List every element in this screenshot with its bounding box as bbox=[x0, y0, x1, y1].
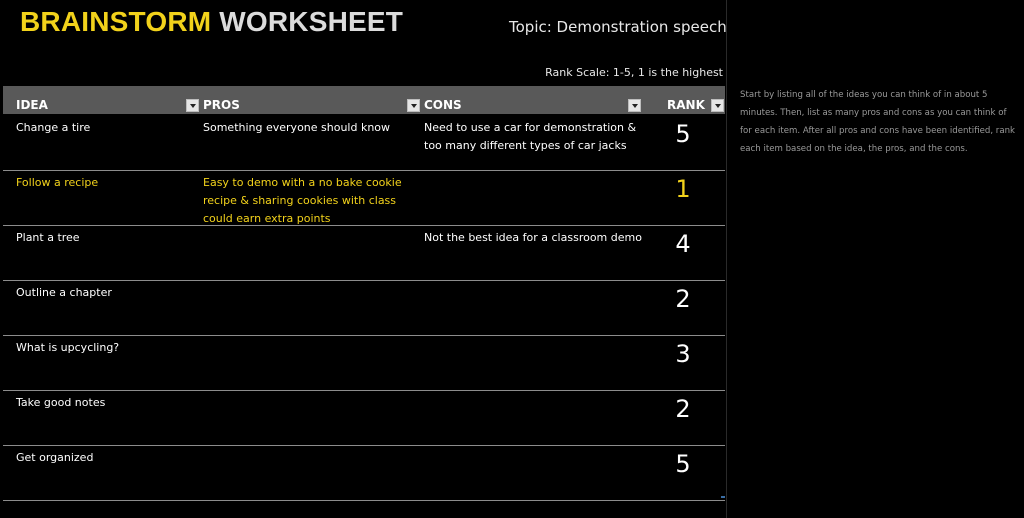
table-row[interactable]: Follow a recipe Easy to demo with a no b… bbox=[3, 170, 725, 226]
filter-dropdown-cons-icon[interactable] bbox=[628, 99, 641, 112]
filter-dropdown-pros-icon[interactable] bbox=[407, 99, 420, 112]
cons-cell[interactable]: Not the best idea for a classroom demo bbox=[424, 229, 648, 247]
table-row[interactable]: Outline a chapter 2 bbox=[3, 280, 725, 336]
table-header: IDEA PROS CONS RANK bbox=[3, 86, 725, 114]
rank-scale-label[interactable]: Rank Scale: 1-5, 1 is the highest bbox=[545, 66, 723, 79]
idea-cell[interactable]: Outline a chapter bbox=[16, 284, 196, 302]
title-worksheet: WORKSHEET bbox=[219, 6, 404, 37]
table-row[interactable]: What is upcycling? 3 bbox=[3, 335, 725, 391]
rank-cell[interactable]: 5 bbox=[663, 449, 703, 479]
idea-cell[interactable]: Get organized bbox=[16, 449, 196, 467]
rank-cell[interactable]: 1 bbox=[663, 174, 703, 204]
rank-cell[interactable]: 2 bbox=[663, 284, 703, 314]
title-brainstorm: BRAINSTORM bbox=[20, 6, 212, 37]
column-header-rank-label: RANK bbox=[667, 98, 705, 112]
table-resize-handle[interactable] bbox=[721, 496, 725, 498]
column-header-cons-label: CONS bbox=[424, 98, 462, 112]
rank-cell[interactable]: 5 bbox=[663, 119, 703, 149]
column-header-pros-label: PROS bbox=[203, 98, 240, 112]
table-row[interactable]: Get organized 5 bbox=[3, 445, 725, 501]
topic-label[interactable]: Topic: Demonstration speech bbox=[509, 18, 727, 36]
idea-cell[interactable]: What is upcycling? bbox=[16, 339, 196, 357]
table-row[interactable]: Plant a tree Not the best idea for a cla… bbox=[3, 225, 725, 281]
column-header-idea-label: IDEA bbox=[16, 98, 48, 112]
column-header-pros[interactable]: PROS bbox=[203, 86, 421, 114]
filter-dropdown-idea-icon[interactable] bbox=[186, 99, 199, 112]
table-row[interactable]: Take good notes 2 bbox=[3, 390, 725, 446]
rank-cell[interactable]: 4 bbox=[663, 229, 703, 259]
cons-cell[interactable]: Need to use a car for demonstration & to… bbox=[424, 119, 648, 155]
pros-cell[interactable]: Something everyone should know bbox=[203, 119, 415, 137]
rank-cell[interactable]: 3 bbox=[663, 339, 703, 369]
idea-cell[interactable]: Take good notes bbox=[16, 394, 196, 412]
rank-cell[interactable]: 2 bbox=[663, 394, 703, 424]
filter-dropdown-rank-icon[interactable] bbox=[711, 99, 724, 112]
sheet-divider bbox=[726, 0, 727, 518]
column-header-cons[interactable]: CONS bbox=[424, 86, 645, 114]
pros-cell[interactable]: Easy to demo with a no bake cookie recip… bbox=[203, 174, 415, 228]
worksheet-title: BRAINSTORM WORKSHEET bbox=[20, 6, 403, 38]
table-row[interactable]: Change a tire Something everyone should … bbox=[3, 115, 725, 171]
idea-cell[interactable]: Plant a tree bbox=[16, 229, 196, 247]
idea-cell[interactable]: Follow a recipe bbox=[16, 174, 196, 192]
column-header-idea[interactable]: IDEA bbox=[16, 86, 216, 114]
idea-cell[interactable]: Change a tire bbox=[16, 119, 196, 137]
instructions-text[interactable]: Start by listing all of the ideas you ca… bbox=[740, 86, 1016, 158]
column-header-rank[interactable]: RANK bbox=[667, 86, 725, 114]
